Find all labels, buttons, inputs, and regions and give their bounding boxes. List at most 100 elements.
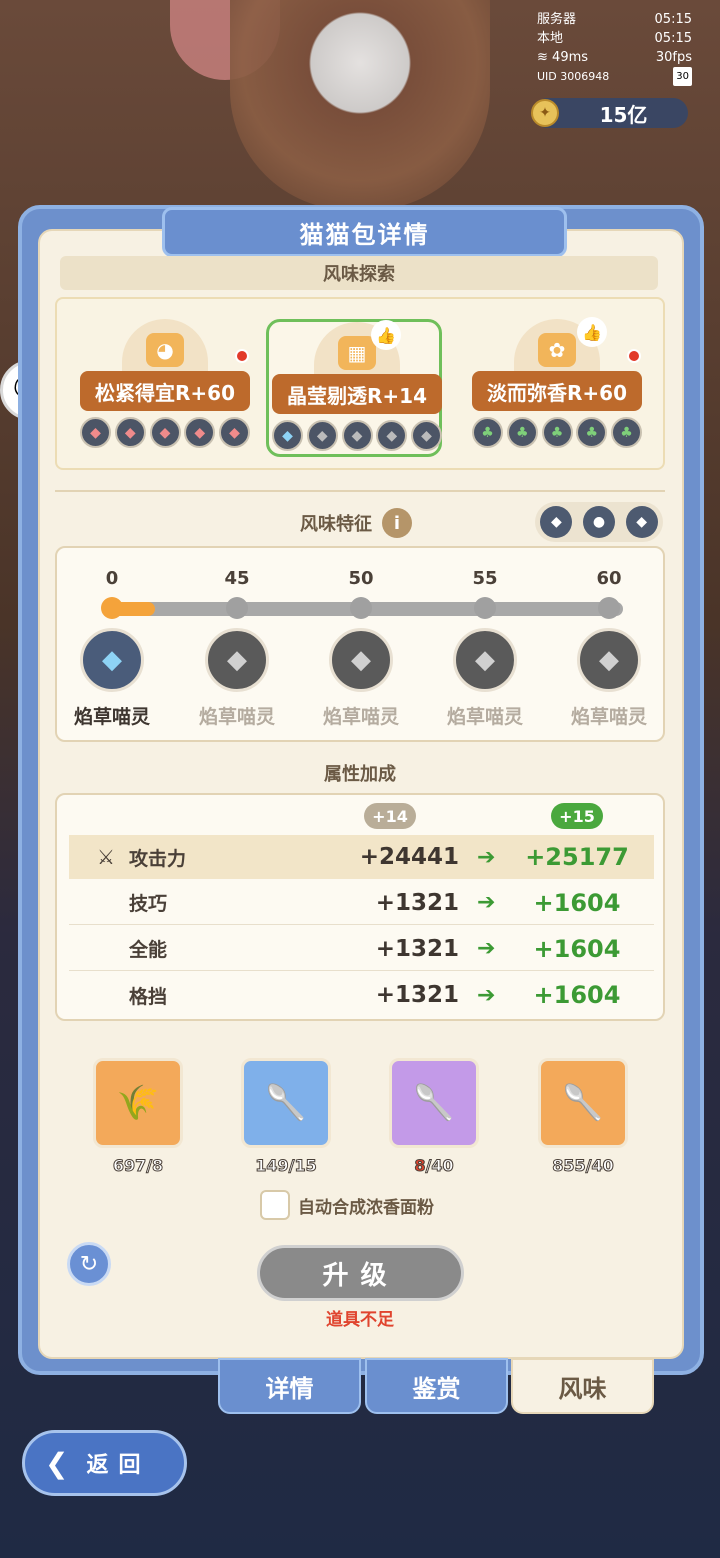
attr-row: 技巧 +1321 ➔ +1604 (69, 881, 654, 925)
tab-flavor[interactable]: 风味 (511, 1358, 654, 1414)
info-icon[interactable]: i (382, 508, 412, 538)
flavor-label: 淡而弥香R+60 (472, 371, 642, 411)
box-icon: ▦ (338, 336, 376, 370)
uid: UID 3006948 (537, 70, 610, 83)
ping: ≋ 49ms (537, 50, 589, 65)
pet-avatar[interactable]: ◆ (80, 628, 144, 692)
pet-name: 焰草喵灵 (198, 706, 275, 728)
back-button[interactable]: ❮ 返回 (22, 1430, 187, 1496)
color-pet-icon[interactable]: ● (582, 506, 615, 538)
local-time: 05:15 (654, 31, 692, 46)
flavor-card-3[interactable]: ✿ 👍 淡而弥香R+60 ♣ ♣ ♣ ♣ ♣ (469, 317, 645, 457)
cat-spoon-icon[interactable]: 🥄 (389, 1058, 479, 1148)
back-label: 返回 (86, 1453, 151, 1478)
red-cat-icon: ◆ (184, 417, 216, 448)
blue-pet-icon[interactable]: ◆ (540, 506, 573, 538)
leaf-icon: ♣ (611, 417, 642, 448)
attr-name: 格挡 (129, 985, 168, 1008)
status-hud: 服务器 05:15 本地 05:15 ≋ 49ms 30fps UID 3006948… (537, 10, 692, 86)
arrow-right-icon: ➔ (477, 936, 496, 961)
upgrade-button[interactable]: 升级 (257, 1245, 464, 1301)
attr-row: 全能 +1321 ➔ +1604 (69, 927, 654, 971)
server-time: 05:15 (654, 12, 692, 27)
auto-synth-option[interactable]: 自动合成浓香面粉 (260, 1190, 434, 1220)
pet-avatar[interactable]: ◆ (329, 628, 393, 692)
coin-icon: ✦ (531, 99, 559, 127)
bunny-spoon-icon[interactable]: 🥄 (538, 1058, 628, 1148)
arrow-right-icon: ➔ (477, 844, 496, 870)
grey-cat-icon: ◆ (306, 420, 338, 451)
notification-dot (235, 349, 249, 363)
auto-synth-checkbox[interactable] (260, 1190, 290, 1220)
flavor-pets: ♣ ♣ ♣ ♣ ♣ (472, 417, 642, 448)
tab-bar: 详情 鉴赏 风味 (218, 1358, 656, 1414)
background-character (230, 0, 490, 210)
notification-dot (627, 349, 641, 363)
attr-row: ⚔ 攻击力 +24441 ➔ +25177 (69, 835, 654, 879)
grey-cat-icon: ◆ (411, 420, 442, 451)
level-node (474, 597, 496, 619)
red-cat-icon: ◆ (149, 417, 181, 448)
flavor-pets: ◆ ◆ ◆ ◆ ◆ (80, 417, 250, 448)
attr-row: 格挡 +1321 ➔ +1604 (69, 973, 654, 1017)
grey-cat-icon: ◆ (376, 420, 408, 451)
level-number: 50 (348, 568, 374, 589)
tab-details[interactable]: 详情 (218, 1358, 361, 1414)
thumbs-up-icon: 👍 (371, 320, 401, 350)
flavor-list: ◕ 松紧得宜R+60 ◆ ◆ ◆ ◆ ◆ ▦ 👍 晶莹剔透R+14 ◆ ◆ ◆ ◆ ◆ ✿ 👍 … (55, 297, 665, 470)
cat-face-icon: ◕ (146, 333, 184, 367)
tab-appreciate[interactable]: 鉴赏 (365, 1358, 508, 1414)
pet-name: 焰草喵灵 (73, 706, 150, 728)
red-cat-icon: ◆ (219, 417, 250, 448)
wooden-spoon-icon[interactable]: 🥄 (241, 1058, 331, 1148)
red-cat-icon: ◆ (114, 417, 146, 448)
leaf-icon: ♣ (576, 417, 608, 448)
pet-avatar[interactable]: ◆ (453, 628, 517, 692)
attr-next: +25177 (525, 843, 629, 871)
back-arrow-icon: ❮ (45, 1446, 69, 1480)
feature-track: 0 45 50 55 60 ◆ ◆ ◆ ◆ ◆ 焰草喵灵 焰草喵灵 焰草喵灵 焰… (55, 546, 665, 742)
attr-table: +14 +15 ⚔ 攻击力 +24441 ➔ +25177 技巧 +1321 ➔… (55, 793, 665, 1021)
flavor-label: 松紧得宜R+60 (80, 371, 250, 411)
attr-name: 技巧 (129, 893, 168, 915)
flavor-card-2[interactable]: ▦ 👍 晶莹剔透R+14 ◆ ◆ ◆ ◆ ◆ (266, 319, 442, 457)
leaf-icon: ♣ (506, 417, 538, 448)
level-number: 60 (596, 568, 622, 589)
attr-title: 属性加成 (324, 764, 396, 785)
pet-filter-icons: ◆ ● ◆ (535, 502, 663, 542)
item-count: 149/15 (255, 1156, 318, 1176)
level-node (226, 597, 248, 619)
item-count: 697/8 (112, 1156, 164, 1176)
currency-display[interactable]: ✦ 15亿 (531, 98, 688, 128)
battery-icon: 30 (673, 67, 692, 86)
pet-name: 焰草喵灵 (446, 706, 523, 728)
flour-bag-icon[interactable]: 🌾 (93, 1058, 183, 1148)
feature-title-text: 风味特征 (300, 514, 372, 535)
fox-icon: ✿ (538, 333, 576, 367)
attr-current: +1321 (375, 889, 459, 916)
purple-pet-icon[interactable]: ◆ (625, 506, 658, 538)
attr-current: +1321 (375, 982, 459, 1008)
grey-cat-icon: ◆ (341, 420, 373, 451)
red-cat-icon: ◆ (80, 417, 111, 448)
flavor-label: 晶莹剔透R+14 (272, 374, 442, 414)
attr-next: +1604 (533, 981, 621, 1009)
refresh-icon[interactable]: ↻ (67, 1242, 111, 1286)
pet-name: 焰草喵灵 (322, 706, 399, 728)
next-level-badge: +15 (551, 803, 603, 829)
level-node (101, 597, 123, 619)
panel-title: 猫猫包详情 (162, 207, 567, 257)
pet-avatar[interactable]: ◆ (577, 628, 641, 692)
flavor-card-1[interactable]: ◕ 松紧得宜R+60 ◆ ◆ ◆ ◆ ◆ (77, 319, 253, 457)
attr-name: 全能 (129, 939, 168, 961)
attr-current: +24441 (359, 844, 459, 870)
wifi-icon: ≋ (537, 50, 548, 65)
currency-value: 15亿 (599, 102, 648, 127)
pet-avatar[interactable]: ◆ (205, 628, 269, 692)
item-count: 855/40 (552, 1156, 615, 1176)
auto-synth-label: 自动合成浓香面粉 (298, 1197, 434, 1218)
attr-next: +1604 (533, 934, 621, 963)
flavor-section-title: 风味探索 (60, 256, 658, 290)
attr-next: +1604 (533, 888, 621, 917)
swords-icon: ⚔ (97, 845, 115, 869)
